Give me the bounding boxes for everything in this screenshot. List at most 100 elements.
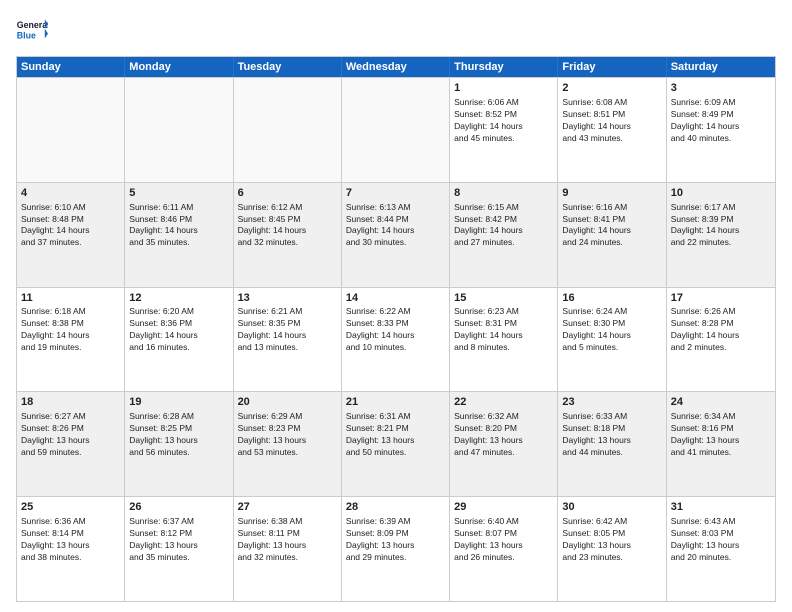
day-info: Sunrise: 6:23 AM Sunset: 8:31 PM Dayligh… <box>454 306 553 354</box>
logo-icon: General Blue <box>16 16 48 48</box>
day-info: Sunrise: 6:18 AM Sunset: 8:38 PM Dayligh… <box>21 306 120 354</box>
calendar-header: SundayMondayTuesdayWednesdayThursdayFrid… <box>17 57 775 77</box>
day-cell-20: 20Sunrise: 6:29 AM Sunset: 8:23 PM Dayli… <box>234 392 342 496</box>
svg-text:Blue: Blue <box>17 30 36 40</box>
day-info: Sunrise: 6:33 AM Sunset: 8:18 PM Dayligh… <box>562 411 661 459</box>
day-cell-17: 17Sunrise: 6:26 AM Sunset: 8:28 PM Dayli… <box>667 288 775 392</box>
day-info: Sunrise: 6:17 AM Sunset: 8:39 PM Dayligh… <box>671 202 771 250</box>
day-cell-18: 18Sunrise: 6:27 AM Sunset: 8:26 PM Dayli… <box>17 392 125 496</box>
day-number: 30 <box>562 500 661 515</box>
day-cell-21: 21Sunrise: 6:31 AM Sunset: 8:21 PM Dayli… <box>342 392 450 496</box>
day-info: Sunrise: 6:40 AM Sunset: 8:07 PM Dayligh… <box>454 516 553 564</box>
day-number: 28 <box>346 500 445 515</box>
day-cell-2: 2Sunrise: 6:08 AM Sunset: 8:51 PM Daylig… <box>558 78 666 182</box>
day-info: Sunrise: 6:22 AM Sunset: 8:33 PM Dayligh… <box>346 306 445 354</box>
day-number: 10 <box>671 186 771 201</box>
day-info: Sunrise: 6:42 AM Sunset: 8:05 PM Dayligh… <box>562 516 661 564</box>
day-number: 15 <box>454 291 553 306</box>
page: General Blue SundayMondayTuesdayWednesda… <box>0 0 792 612</box>
day-info: Sunrise: 6:28 AM Sunset: 8:25 PM Dayligh… <box>129 411 228 459</box>
day-cell-24: 24Sunrise: 6:34 AM Sunset: 8:16 PM Dayli… <box>667 392 775 496</box>
calendar-week-1: 1Sunrise: 6:06 AM Sunset: 8:52 PM Daylig… <box>17 77 775 182</box>
day-number: 5 <box>129 186 228 201</box>
day-number: 21 <box>346 395 445 410</box>
day-cell-27: 27Sunrise: 6:38 AM Sunset: 8:11 PM Dayli… <box>234 497 342 601</box>
day-cell-9: 9Sunrise: 6:16 AM Sunset: 8:41 PM Daylig… <box>558 183 666 287</box>
day-info: Sunrise: 6:38 AM Sunset: 8:11 PM Dayligh… <box>238 516 337 564</box>
day-number: 12 <box>129 291 228 306</box>
day-number: 11 <box>21 291 120 306</box>
day-header-monday: Monday <box>125 57 233 77</box>
day-number: 13 <box>238 291 337 306</box>
day-cell-10: 10Sunrise: 6:17 AM Sunset: 8:39 PM Dayli… <box>667 183 775 287</box>
day-number: 17 <box>671 291 771 306</box>
day-number: 3 <box>671 81 771 96</box>
day-info: Sunrise: 6:26 AM Sunset: 8:28 PM Dayligh… <box>671 306 771 354</box>
empty-cell <box>125 78 233 182</box>
day-number: 6 <box>238 186 337 201</box>
day-header-wednesday: Wednesday <box>342 57 450 77</box>
day-cell-30: 30Sunrise: 6:42 AM Sunset: 8:05 PM Dayli… <box>558 497 666 601</box>
day-cell-8: 8Sunrise: 6:15 AM Sunset: 8:42 PM Daylig… <box>450 183 558 287</box>
day-number: 4 <box>21 186 120 201</box>
day-number: 9 <box>562 186 661 201</box>
day-number: 27 <box>238 500 337 515</box>
day-number: 7 <box>346 186 445 201</box>
day-number: 24 <box>671 395 771 410</box>
day-number: 20 <box>238 395 337 410</box>
day-number: 23 <box>562 395 661 410</box>
calendar-body: 1Sunrise: 6:06 AM Sunset: 8:52 PM Daylig… <box>17 77 775 601</box>
day-info: Sunrise: 6:12 AM Sunset: 8:45 PM Dayligh… <box>238 202 337 250</box>
day-info: Sunrise: 6:31 AM Sunset: 8:21 PM Dayligh… <box>346 411 445 459</box>
day-cell-25: 25Sunrise: 6:36 AM Sunset: 8:14 PM Dayli… <box>17 497 125 601</box>
day-cell-19: 19Sunrise: 6:28 AM Sunset: 8:25 PM Dayli… <box>125 392 233 496</box>
logo: General Blue <box>16 16 48 48</box>
empty-cell <box>17 78 125 182</box>
svg-text:General: General <box>17 20 48 30</box>
day-number: 1 <box>454 81 553 96</box>
day-number: 2 <box>562 81 661 96</box>
day-info: Sunrise: 6:37 AM Sunset: 8:12 PM Dayligh… <box>129 516 228 564</box>
day-cell-7: 7Sunrise: 6:13 AM Sunset: 8:44 PM Daylig… <box>342 183 450 287</box>
day-cell-11: 11Sunrise: 6:18 AM Sunset: 8:38 PM Dayli… <box>17 288 125 392</box>
day-cell-1: 1Sunrise: 6:06 AM Sunset: 8:52 PM Daylig… <box>450 78 558 182</box>
day-info: Sunrise: 6:24 AM Sunset: 8:30 PM Dayligh… <box>562 306 661 354</box>
day-header-friday: Friday <box>558 57 666 77</box>
day-header-saturday: Saturday <box>667 57 775 77</box>
day-info: Sunrise: 6:32 AM Sunset: 8:20 PM Dayligh… <box>454 411 553 459</box>
day-cell-5: 5Sunrise: 6:11 AM Sunset: 8:46 PM Daylig… <box>125 183 233 287</box>
day-info: Sunrise: 6:21 AM Sunset: 8:35 PM Dayligh… <box>238 306 337 354</box>
day-cell-14: 14Sunrise: 6:22 AM Sunset: 8:33 PM Dayli… <box>342 288 450 392</box>
day-info: Sunrise: 6:06 AM Sunset: 8:52 PM Dayligh… <box>454 97 553 145</box>
day-cell-31: 31Sunrise: 6:43 AM Sunset: 8:03 PM Dayli… <box>667 497 775 601</box>
header: General Blue <box>16 16 776 48</box>
day-info: Sunrise: 6:10 AM Sunset: 8:48 PM Dayligh… <box>21 202 120 250</box>
day-number: 8 <box>454 186 553 201</box>
day-number: 19 <box>129 395 228 410</box>
day-cell-16: 16Sunrise: 6:24 AM Sunset: 8:30 PM Dayli… <box>558 288 666 392</box>
day-info: Sunrise: 6:34 AM Sunset: 8:16 PM Dayligh… <box>671 411 771 459</box>
day-info: Sunrise: 6:13 AM Sunset: 8:44 PM Dayligh… <box>346 202 445 250</box>
day-info: Sunrise: 6:29 AM Sunset: 8:23 PM Dayligh… <box>238 411 337 459</box>
day-number: 16 <box>562 291 661 306</box>
empty-cell <box>234 78 342 182</box>
day-cell-15: 15Sunrise: 6:23 AM Sunset: 8:31 PM Dayli… <box>450 288 558 392</box>
day-cell-13: 13Sunrise: 6:21 AM Sunset: 8:35 PM Dayli… <box>234 288 342 392</box>
day-info: Sunrise: 6:20 AM Sunset: 8:36 PM Dayligh… <box>129 306 228 354</box>
day-number: 26 <box>129 500 228 515</box>
calendar-week-4: 18Sunrise: 6:27 AM Sunset: 8:26 PM Dayli… <box>17 391 775 496</box>
day-info: Sunrise: 6:39 AM Sunset: 8:09 PM Dayligh… <box>346 516 445 564</box>
day-cell-12: 12Sunrise: 6:20 AM Sunset: 8:36 PM Dayli… <box>125 288 233 392</box>
calendar-week-5: 25Sunrise: 6:36 AM Sunset: 8:14 PM Dayli… <box>17 496 775 601</box>
day-cell-29: 29Sunrise: 6:40 AM Sunset: 8:07 PM Dayli… <box>450 497 558 601</box>
day-number: 31 <box>671 500 771 515</box>
day-cell-26: 26Sunrise: 6:37 AM Sunset: 8:12 PM Dayli… <box>125 497 233 601</box>
calendar-week-3: 11Sunrise: 6:18 AM Sunset: 8:38 PM Dayli… <box>17 287 775 392</box>
day-header-tuesday: Tuesday <box>234 57 342 77</box>
day-cell-28: 28Sunrise: 6:39 AM Sunset: 8:09 PM Dayli… <box>342 497 450 601</box>
day-header-thursday: Thursday <box>450 57 558 77</box>
day-info: Sunrise: 6:27 AM Sunset: 8:26 PM Dayligh… <box>21 411 120 459</box>
day-header-sunday: Sunday <box>17 57 125 77</box>
day-info: Sunrise: 6:16 AM Sunset: 8:41 PM Dayligh… <box>562 202 661 250</box>
day-number: 18 <box>21 395 120 410</box>
